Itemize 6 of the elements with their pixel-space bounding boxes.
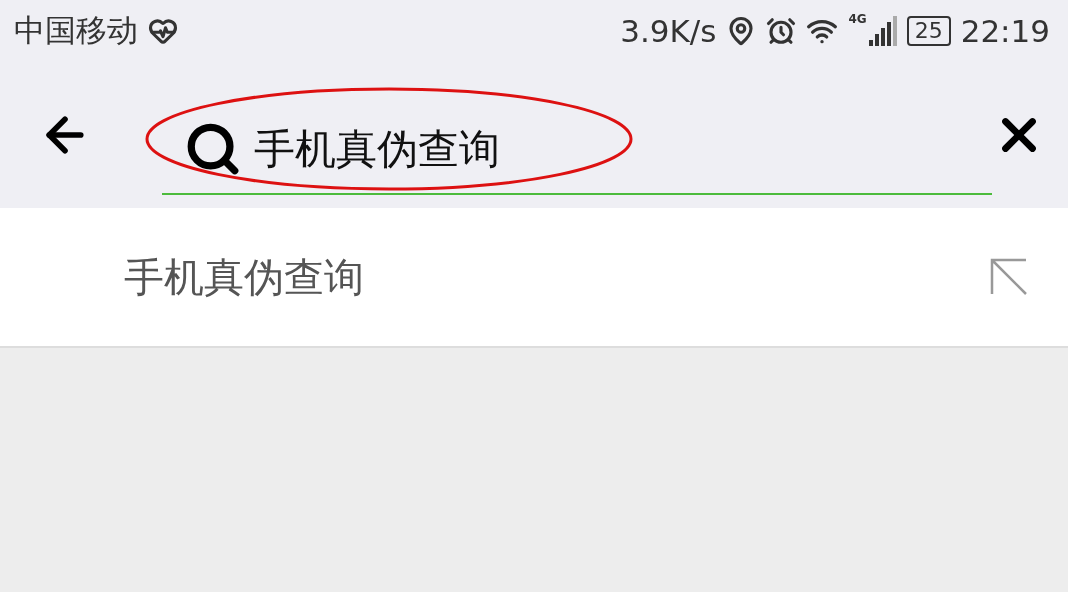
network-type: 4G (848, 12, 867, 26)
battery-level: 25 (906, 16, 951, 46)
network-speed: 3.9K/s (620, 13, 717, 49)
suggestion-item[interactable]: 手机真伪查询 (0, 208, 1068, 348)
clock: 22:19 (960, 13, 1050, 49)
carrier-name: 中国移动 (14, 11, 138, 50)
